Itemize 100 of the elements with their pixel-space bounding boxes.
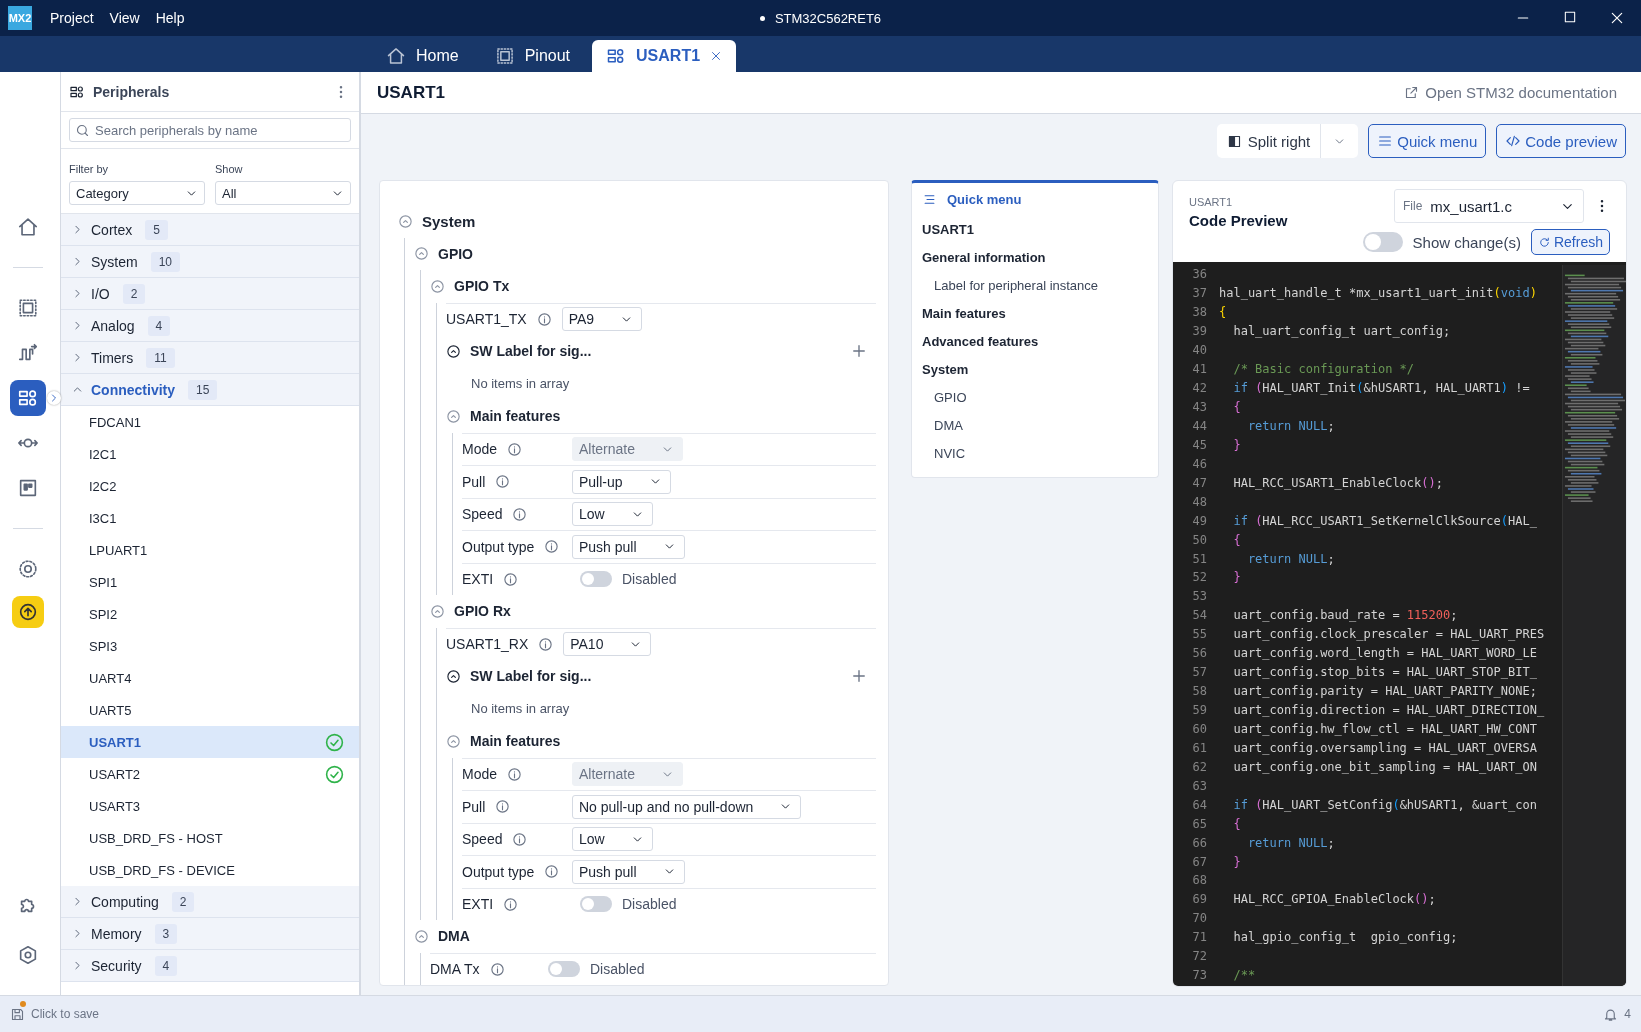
code-line: } — [1232, 437, 1241, 452]
peripheral-item[interactable]: USART1 — [61, 726, 359, 758]
dropdown[interactable]: Push pull — [572, 859, 685, 884]
dropdown[interactable]: All — [215, 181, 351, 205]
category-row[interactable]: Security 4 — [61, 950, 359, 982]
dropdown[interactable]: Push pull — [572, 534, 685, 559]
count-badge: 4 — [147, 315, 171, 336]
gear-icon — [17, 558, 39, 580]
code-line: /* Basic configuration */ — [1232, 362, 1415, 377]
file-dropdown[interactable]: File mx_usart1.c — [1394, 189, 1584, 223]
dropdown[interactable]: No pull-up and no pull-down — [572, 794, 802, 819]
line-number: 46 — [1191, 456, 1207, 471]
section-heading: Main features — [470, 733, 561, 750]
sidebar-button[interactable] — [10, 380, 46, 416]
toggle-switch[interactable] — [1362, 232, 1403, 252]
category-row[interactable]: Computing 2 — [61, 886, 359, 918]
collapse-icon[interactable] — [446, 343, 461, 359]
peripheral-item[interactable]: UART5 — [61, 694, 359, 726]
quick-menu-item[interactable]: General information — [922, 243, 1158, 271]
toggle-switch[interactable] — [580, 896, 612, 913]
home-icon — [386, 46, 406, 66]
maximize-icon[interactable] — [1563, 10, 1577, 24]
toggle-switch[interactable] — [580, 571, 612, 588]
quick-menu-item[interactable]: DMA — [922, 411, 1158, 439]
menu-item[interactable]: Project — [42, 10, 102, 26]
peripheral-item[interactable]: FDCAN1 — [61, 406, 359, 438]
save-icon[interactable] — [10, 1006, 25, 1022]
bell-icon[interactable] — [1603, 1006, 1619, 1022]
split-right-button[interactable]: Split right — [1216, 124, 1321, 158]
category-row[interactable]: Cortex 5 — [61, 214, 359, 246]
category-label: Analog — [91, 317, 135, 334]
app-logo: MX2 — [8, 6, 32, 30]
info-icon — [507, 441, 523, 457]
line-number: 73 — [1191, 968, 1207, 983]
peripheral-item[interactable]: SPI1 — [61, 566, 359, 598]
quick-menu-item[interactable]: Advanced features — [922, 327, 1158, 355]
save-status[interactable]: Click to save — [31, 1007, 100, 1021]
tab[interactable]: Home — [372, 40, 473, 72]
collapse-icon[interactable] — [446, 668, 461, 684]
close-icon[interactable] — [1609, 10, 1625, 26]
code-line: } — [1232, 570, 1241, 585]
search-field[interactable]: Search peripherals by name — [69, 118, 351, 142]
split-button[interactable]: Split right — [1216, 124, 1359, 158]
line-number: 59 — [1191, 703, 1207, 718]
menu-item[interactable]: Help — [147, 10, 193, 26]
field-label: USART1_RX — [446, 636, 529, 653]
peripheral-item[interactable]: SPI3 — [61, 630, 359, 662]
code-line: uart_config.oversampling = HAL_UART_OVERSA — [1232, 740, 1537, 755]
quick-menu-button[interactable]: Quick menu — [1368, 124, 1487, 158]
quick-menu-item[interactable]: NVIC — [922, 439, 1158, 467]
dropdown[interactable]: Low — [572, 502, 653, 527]
category-row[interactable]: Timers 11 — [61, 342, 359, 374]
peripheral-item[interactable]: USART2 — [61, 758, 359, 790]
quick-menu-item[interactable]: USART1 — [922, 215, 1158, 243]
board-icon — [17, 477, 39, 499]
code-line: HAL_RCC_USART1_EnableClock(); — [1232, 475, 1443, 490]
peripheral-item[interactable]: LPUART1 — [61, 534, 359, 566]
hexagon-icon — [17, 944, 39, 966]
line-number: 69 — [1191, 892, 1207, 907]
tab[interactable]: Pinout — [480, 40, 585, 72]
peripheral-item[interactable]: SPI2 — [61, 598, 359, 630]
code-line: uart_config.stop_bits = HAL_UART_STOP_BIT_ — [1232, 665, 1537, 680]
tab[interactable]: USART1 — [592, 40, 737, 72]
code-line: /** — [1232, 968, 1256, 983]
category-row[interactable]: I/O 2 — [61, 278, 359, 310]
menu-item[interactable]: View — [101, 10, 148, 26]
quick-menu-item[interactable]: Main features — [922, 299, 1158, 327]
peripheral-item[interactable]: I2C2 — [61, 470, 359, 502]
peripheral-item[interactable]: USART3 — [61, 790, 359, 822]
dropdown[interactable]: PA10 — [563, 632, 652, 657]
field-label: EXTI — [462, 896, 494, 913]
documentation-link[interactable]: Open STM32 documentation — [1404, 84, 1617, 101]
quick-menu-item[interactable]: GPIO — [922, 383, 1158, 411]
section-heading: GPIO Tx — [454, 278, 510, 295]
dropdown[interactable]: PA9 — [561, 307, 643, 332]
quick-menu-item[interactable]: System — [922, 355, 1158, 383]
category-row[interactable]: Analog 4 — [61, 310, 359, 342]
dropdown[interactable]: Pull-up — [572, 469, 671, 494]
toggle-switch[interactable] — [548, 961, 580, 978]
peripheral-item[interactable]: UART4 — [61, 662, 359, 694]
peripheral-item[interactable]: USB_DRD_FS - HOST — [61, 822, 359, 854]
line-number: 41 — [1191, 362, 1207, 377]
dropdown[interactable]: Low — [572, 827, 653, 852]
count-badge: 4 — [154, 955, 178, 976]
category-label: Computing — [91, 893, 159, 910]
category-row[interactable]: Memory 3 — [61, 918, 359, 950]
dropdown[interactable]: Category — [69, 181, 205, 205]
category-row[interactable]: System 10 — [61, 246, 359, 278]
refresh-button[interactable]: Refresh — [1530, 229, 1610, 255]
code-line: if (HAL_RCC_USART1_SetKernelClkSource(HAL_ — [1232, 513, 1537, 528]
peripheral-item[interactable]: USB_DRD_FS - DEVICE — [61, 854, 359, 886]
code-preview-button[interactable]: Code preview — [1496, 124, 1626, 158]
field-label: Speed — [462, 831, 503, 848]
category-row[interactable]: Connectivity 15 — [61, 374, 359, 406]
line-number: 52 — [1191, 570, 1207, 585]
sidebar-button[interactable] — [12, 596, 44, 628]
peripheral-item[interactable]: I3C1 — [61, 502, 359, 534]
peripheral-item[interactable]: I2C1 — [61, 438, 359, 470]
quick-menu-item[interactable]: Label for peripheral instance — [922, 271, 1158, 299]
code-line: { — [1232, 532, 1241, 547]
